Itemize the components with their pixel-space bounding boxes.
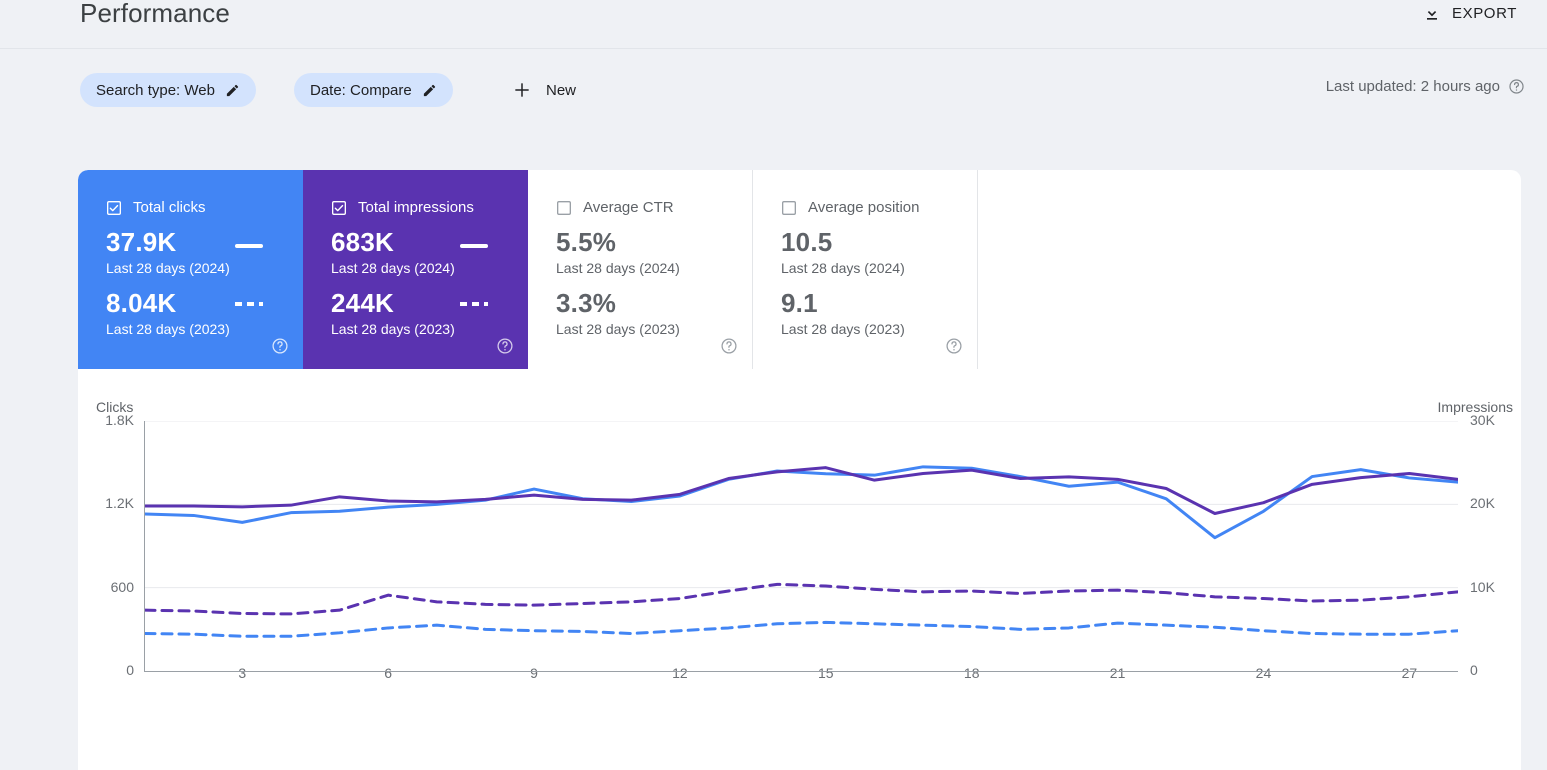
performance-panel: Total clicks 37.9K Last 28 days (2024) 8… xyxy=(78,170,1521,770)
chart-svg xyxy=(145,421,1458,638)
filter-chip-search-type[interactable]: Search type: Web xyxy=(80,73,256,107)
y-axis-right-tick: 10K xyxy=(1470,578,1495,595)
last-updated-label: Last updated: 2 hours ago xyxy=(1325,78,1500,95)
checkbox-unchecked-icon[interactable] xyxy=(781,200,797,216)
last-updated: Last updated: 2 hours ago xyxy=(1326,78,1525,95)
chart-series-line xyxy=(145,582,1458,616)
metric-current-value: 5.5% xyxy=(556,227,617,257)
checkbox-checked-icon[interactable] xyxy=(331,200,347,216)
help-circle-icon[interactable] xyxy=(1508,78,1525,95)
metric-tile-average-position[interactable]: Average position 10.5 Last 28 days (2024… xyxy=(753,170,978,369)
filter-chip-search-type-label: Search type: Web xyxy=(96,81,215,99)
add-new-filter-button[interactable]: New xyxy=(504,73,584,107)
metric-compare-value: 3.3% xyxy=(556,288,617,318)
metric-compare-value: 9.1 xyxy=(781,288,818,318)
legend-swatch-solid xyxy=(460,244,488,248)
metric-tile-header: Average position xyxy=(781,198,977,217)
page-title: Performance xyxy=(80,0,230,28)
metric-current-value: 10.5 xyxy=(781,227,833,257)
export-label: EXPORT xyxy=(1451,4,1517,22)
metric-compare-period: Last 28 days (2023) xyxy=(556,321,680,337)
y-axis-left-tick: 0 xyxy=(126,662,134,678)
chart-series-line xyxy=(145,466,1458,515)
metric-tile-total-clicks[interactable]: Total clicks 37.9K Last 28 days (2024) 8… xyxy=(78,170,303,369)
metric-tile-label: Average position xyxy=(808,199,920,216)
filter-chip-date[interactable]: Date: Compare xyxy=(294,73,453,107)
page-header: Performance EXPORT xyxy=(0,0,1547,48)
metric-current-period: Last 28 days (2024) xyxy=(781,260,905,276)
y-axis-right-tick: 20K xyxy=(1470,495,1495,512)
metric-tiles: Total clicks 37.9K Last 28 days (2024) 8… xyxy=(78,170,978,369)
performance-chart: Clicks Impressions 0 600 1.2K 1.8K 0 10K 20K 3… xyxy=(78,369,1521,770)
help-circle-icon[interactable] xyxy=(271,337,289,355)
help-circle-icon[interactable] xyxy=(496,337,514,355)
chart-plot-area xyxy=(145,421,1458,671)
metric-tile-label: Average CTR xyxy=(583,199,674,216)
metric-compare-period: Last 28 days (2023) xyxy=(781,321,905,337)
y-axis-left-tick: 600 xyxy=(110,578,134,595)
export-button[interactable]: EXPORT xyxy=(1416,0,1523,27)
y-axis-left-tick: 1.2K xyxy=(105,495,134,512)
metric-current-value: 37.9K xyxy=(106,227,177,257)
metric-current-value: 683K xyxy=(331,227,394,257)
legend-swatch-solid xyxy=(235,244,263,248)
x-axis-line xyxy=(144,671,1458,672)
legend-swatch-dashed xyxy=(235,302,263,306)
metric-tile-average-ctr[interactable]: Average CTR 5.5% Last 28 days (2024) 3.3… xyxy=(528,170,753,369)
y-axis-left-tick: 1.8K xyxy=(105,412,134,428)
metric-tile-label: Total clicks xyxy=(133,199,206,216)
metric-current-period: Last 28 days (2024) xyxy=(556,260,680,276)
metric-compare-period: Last 28 days (2023) xyxy=(331,321,455,337)
chart-series-line xyxy=(145,620,1458,638)
metric-compare-value: 244K xyxy=(331,288,394,318)
metric-tile-label: Total impressions xyxy=(358,199,474,216)
y-axis-right-tick: 0 xyxy=(1470,662,1478,678)
filter-chip-date-label: Date: Compare xyxy=(310,81,412,99)
metric-tile-header: Total clicks xyxy=(106,198,303,217)
checkbox-checked-icon[interactable] xyxy=(106,200,122,216)
metric-tile-total-impressions[interactable]: Total impressions 683K Last 28 days (202… xyxy=(303,170,528,369)
metric-current-period: Last 28 days (2024) xyxy=(331,260,455,276)
plus-icon xyxy=(512,80,532,100)
filter-bar: Search type: Web Date: Compare New Last … xyxy=(0,49,1547,135)
help-circle-icon[interactable] xyxy=(720,337,738,355)
pencil-icon xyxy=(225,83,240,98)
pencil-icon xyxy=(422,83,437,98)
help-circle-icon[interactable] xyxy=(945,337,963,355)
checkbox-unchecked-icon[interactable] xyxy=(556,200,572,216)
metric-tile-header: Average CTR xyxy=(556,198,752,217)
add-new-filter-label: New xyxy=(546,81,577,99)
metric-compare-value: 8.04K xyxy=(106,288,177,318)
metric-compare-period: Last 28 days (2023) xyxy=(106,321,230,337)
y-axis-right-tick: 30K xyxy=(1470,412,1495,428)
metric-tile-header: Total impressions xyxy=(331,198,528,217)
download-icon xyxy=(1422,3,1442,23)
legend-swatch-dashed xyxy=(460,302,488,306)
metric-current-period: Last 28 days (2024) xyxy=(106,260,230,276)
